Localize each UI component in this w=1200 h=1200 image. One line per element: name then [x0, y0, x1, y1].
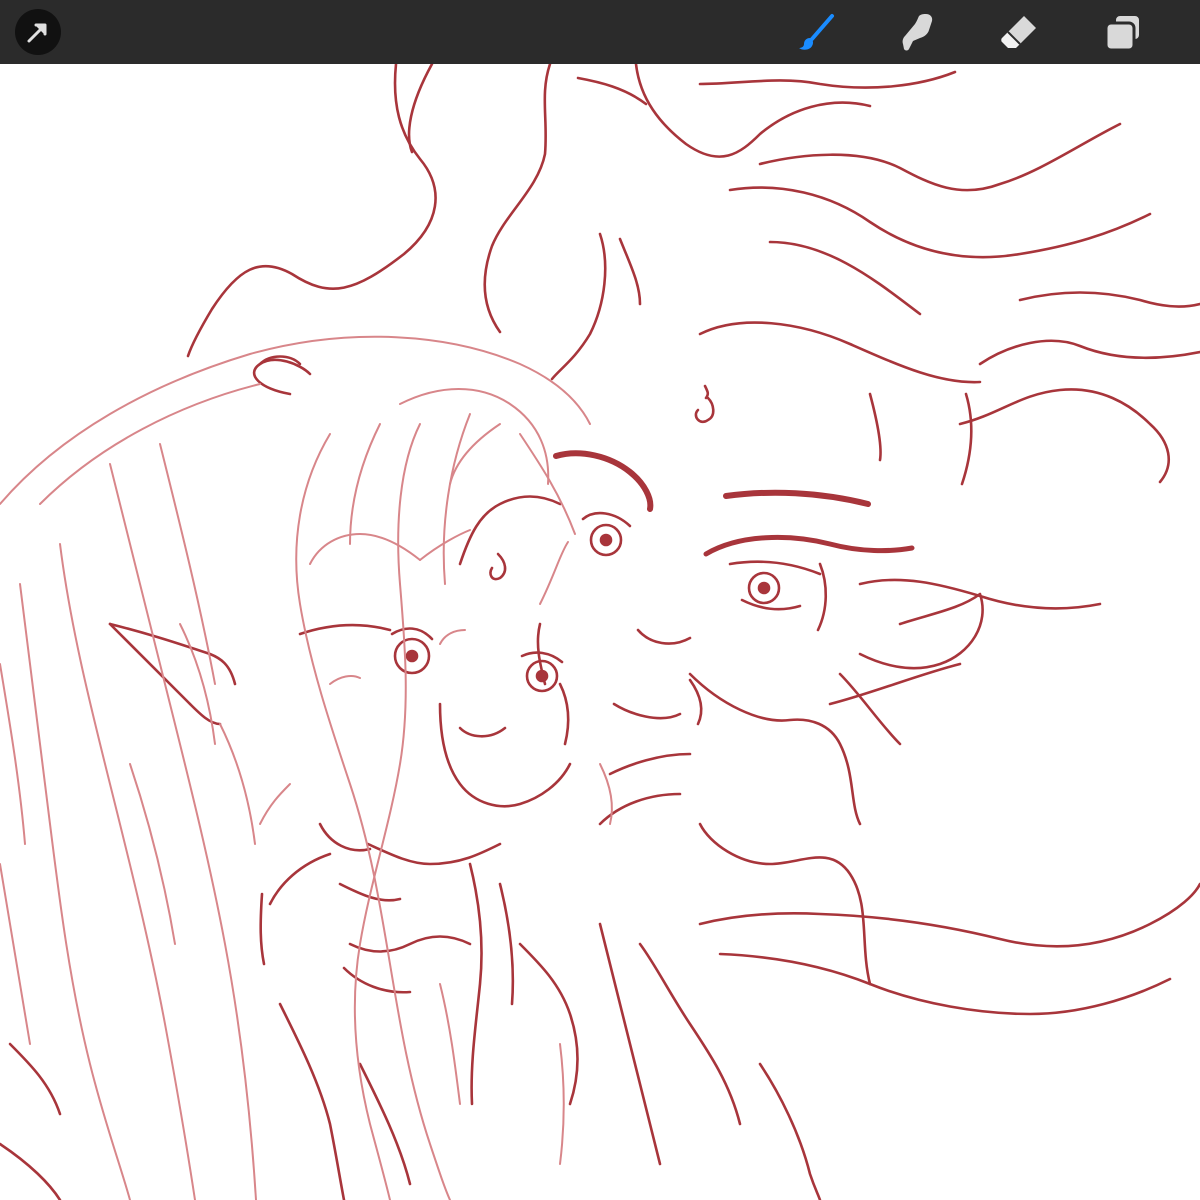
layers-button[interactable]: [1099, 8, 1147, 56]
smudge-finger-icon: [902, 14, 933, 51]
light-line-layer: [0, 335, 613, 1200]
eraser-icon: [1001, 16, 1036, 48]
drawing-canvas[interactable]: [0, 64, 1200, 1200]
actions-button[interactable]: [14, 8, 62, 56]
sketch-drawing: [0, 64, 1200, 1200]
brush-icon: [799, 14, 834, 50]
eraser-tool-button[interactable]: [996, 8, 1044, 56]
layers-icon: [1104, 14, 1141, 52]
top-toolbar: [0, 0, 1200, 64]
smudge-tool-button[interactable]: [893, 8, 941, 56]
dark-line-layer: [0, 64, 1200, 1200]
cursor-arrow-icon: [15, 9, 61, 55]
brush-tool-button[interactable]: [792, 8, 840, 56]
